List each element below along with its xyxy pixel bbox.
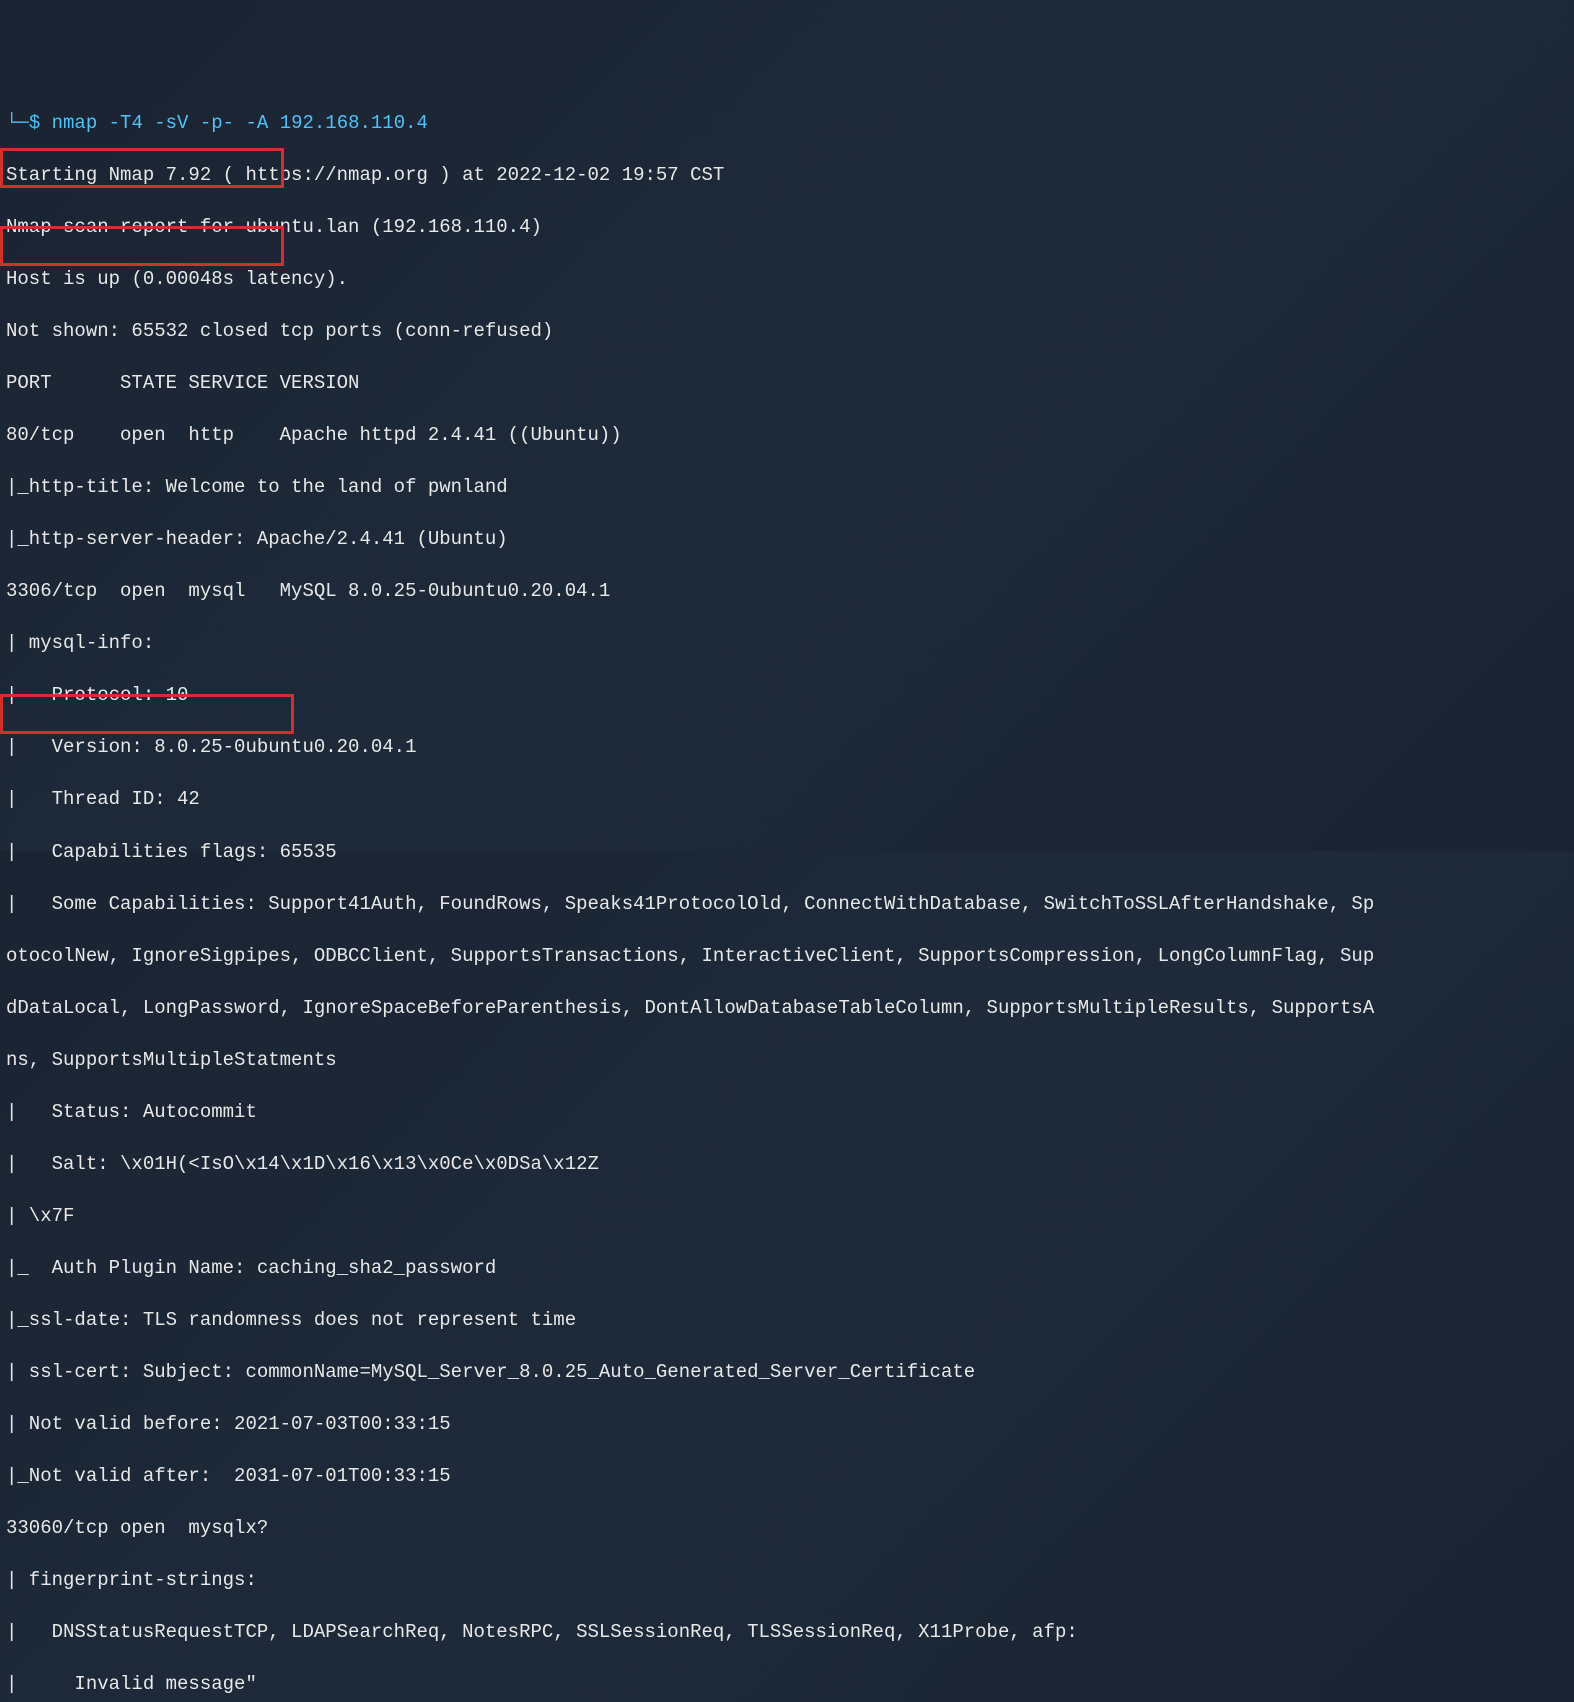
output-line: | \x7F [6, 1203, 1574, 1229]
output-line: | Invalid message" [6, 1671, 1574, 1697]
output-line: otocolNew, IgnoreSigpipes, ODBCClient, S… [6, 943, 1574, 969]
command-target: 192.168.110.4 [280, 112, 428, 134]
output-line: Not shown: 65532 closed tcp ports (conn-… [6, 318, 1574, 344]
output-line: |_http-server-header: Apache/2.4.41 (Ubu… [6, 526, 1574, 552]
output-line: | Capabilities flags: 65535 [6, 839, 1574, 865]
port-3306-line: 3306/tcp open mysql MySQL 8.0.25-0ubuntu… [6, 578, 1574, 604]
command-line: └─$ nmap -T4 -sV -p- -A 192.168.110.4 [6, 110, 1574, 136]
output-line: | Thread ID: 42 [6, 786, 1574, 812]
output-line: |_Not valid after: 2031-07-01T00:33:15 [6, 1463, 1574, 1489]
output-line: | Some Capabilities: Support41Auth, Foun… [6, 891, 1574, 917]
output-line: Nmap scan report for ubuntu.lan (192.168… [6, 214, 1574, 240]
output-line: | Salt: \x01H(<IsO\x14\x1D\x16\x13\x0Ce\… [6, 1151, 1574, 1177]
port-33060-line: 33060/tcp open mysqlx? [6, 1515, 1574, 1541]
output-line: | ssl-cert: Subject: commonName=MySQL_Se… [6, 1359, 1574, 1385]
terminal-output: └─$ nmap -T4 -sV -p- -A 192.168.110.4 St… [6, 110, 1574, 1702]
output-line: | DNSStatusRequestTCP, LDAPSearchReq, No… [6, 1619, 1574, 1645]
output-line: | Status: Autocommit [6, 1099, 1574, 1125]
prompt-dollar: $ [29, 112, 52, 134]
command-name: nmap [52, 112, 98, 134]
output-line: dDataLocal, LongPassword, IgnoreSpaceBef… [6, 995, 1574, 1021]
output-line: ns, SupportsMultipleStatments [6, 1047, 1574, 1073]
output-line: |_ssl-date: TLS randomness does not repr… [6, 1307, 1574, 1333]
output-line: | Not valid before: 2021-07-03T00:33:15 [6, 1411, 1574, 1437]
output-line: | Version: 8.0.25-0ubuntu0.20.04.1 [6, 734, 1574, 760]
output-line: | mysql-info: [6, 630, 1574, 656]
command-flags: -T4 -sV -p- -A [109, 112, 269, 134]
output-line: PORT STATE SERVICE VERSION [6, 370, 1574, 396]
port-80-line: 80/tcp open http Apache httpd 2.4.41 ((U… [6, 422, 1574, 448]
output-line: |_ Auth Plugin Name: caching_sha2_passwo… [6, 1255, 1574, 1281]
output-line: Host is up (0.00048s latency). [6, 266, 1574, 292]
output-line: | Protocol: 10 [6, 682, 1574, 708]
output-line: |_http-title: Welcome to the land of pwn… [6, 474, 1574, 500]
output-line: Starting Nmap 7.92 ( https://nmap.org ) … [6, 162, 1574, 188]
prompt-arrow: └─ [6, 112, 29, 134]
output-line: | fingerprint-strings: [6, 1567, 1574, 1593]
